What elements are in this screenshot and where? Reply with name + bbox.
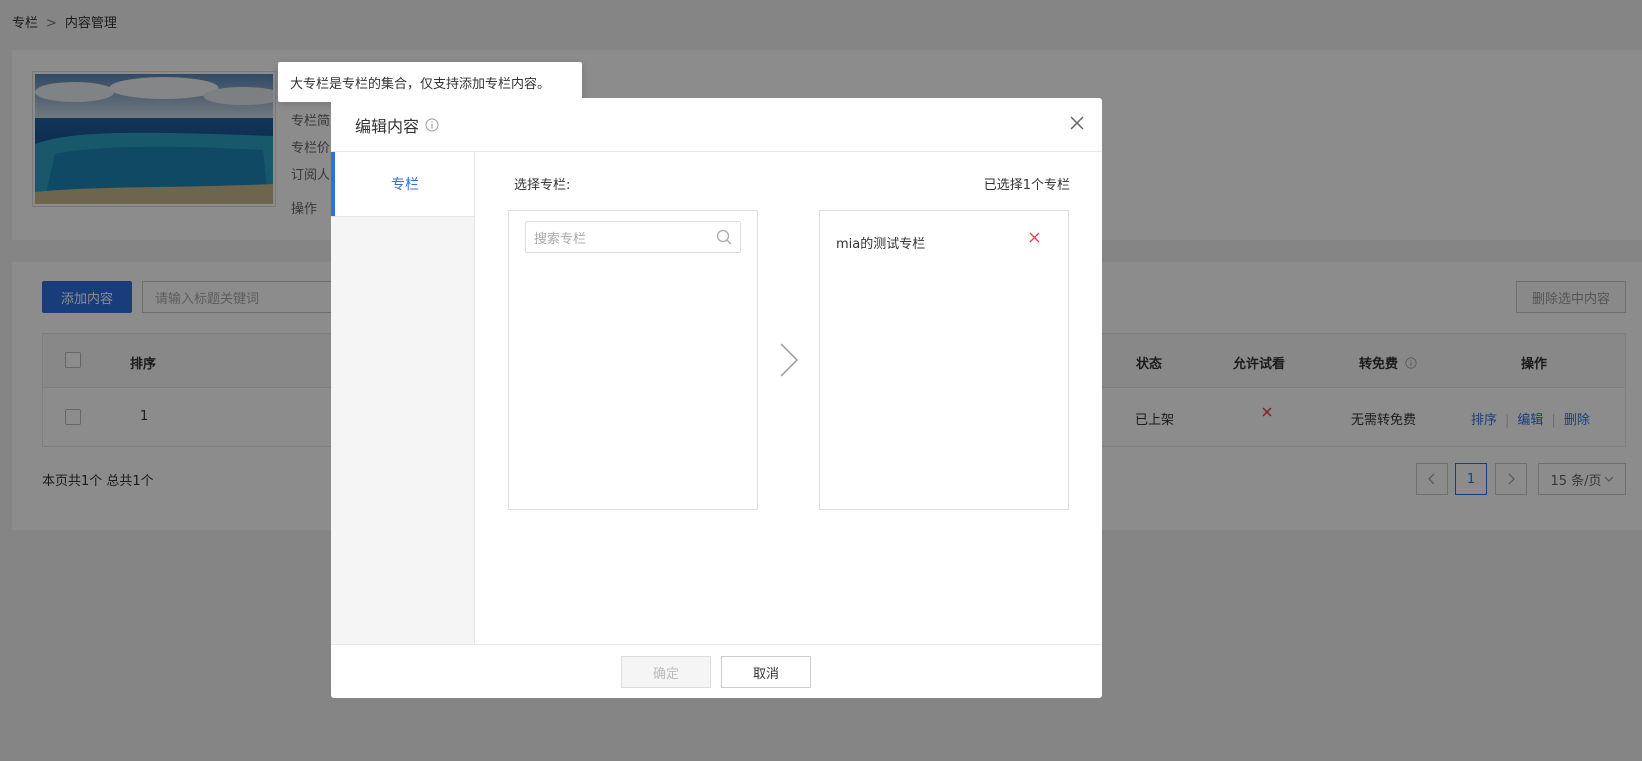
close-icon — [1070, 116, 1084, 130]
selected-column-item: mia的测试专栏 — [836, 237, 926, 252]
available-columns-list: 搜索专栏 — [508, 210, 758, 510]
cancel-button[interactable]: 取消 — [721, 656, 811, 688]
selected-columns-list: mia的测试专栏 — [819, 210, 1069, 510]
modal-footer-divider — [331, 644, 1102, 645]
close-icon — [1029, 232, 1039, 242]
selected-count-label: 已选择1个专栏 — [983, 178, 1070, 193]
edit-content-modal: 编辑内容 专栏 选择专栏: 已选择1个专栏 搜索专栏 mia的测试专栏 确定 取… — [331, 98, 1102, 698]
side-divider — [474, 152, 475, 216]
search-placeholder: 搜索专栏 — [534, 231, 587, 247]
choose-column-label: 选择专栏: — [514, 178, 571, 193]
search-icon[interactable] — [716, 229, 732, 245]
remove-selected-button[interactable] — [1026, 229, 1042, 245]
modal-title: 编辑内容 — [355, 113, 439, 137]
side-panel — [331, 216, 475, 644]
info-icon[interactable] — [425, 118, 439, 132]
tab-column[interactable]: 专栏 — [331, 152, 475, 216]
info-tooltip: 大专栏是专栏的集合，仅支持添加专栏内容。 — [278, 62, 582, 102]
transfer-arrow-icon[interactable] — [777, 342, 801, 378]
close-button[interactable] — [1066, 112, 1088, 134]
column-search-input[interactable]: 搜索专栏 — [525, 221, 741, 253]
modal-title-text: 编辑内容 — [355, 117, 420, 136]
confirm-button[interactable]: 确定 — [621, 656, 711, 688]
